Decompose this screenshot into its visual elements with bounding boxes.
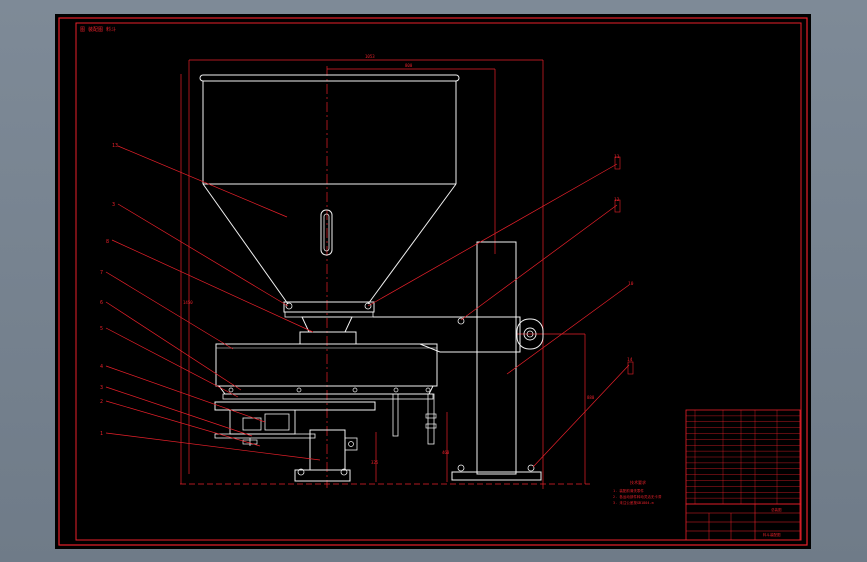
dim-overall-width: 1053: [365, 54, 375, 59]
part-label-6: 6: [100, 300, 103, 306]
support-arm: [373, 316, 544, 353]
part-label-4: 4: [100, 364, 103, 370]
hopper: [199, 74, 460, 305]
part-label-12: 12: [614, 197, 620, 203]
sheet-corner-label: 图 装配图 料斗: [80, 26, 116, 33]
part-label-7: 7: [100, 270, 103, 276]
part-label-2: 2: [100, 399, 103, 405]
adjust-rods: [392, 393, 437, 445]
inner-border: [75, 22, 802, 541]
dim-pillar-height: 880: [587, 395, 595, 400]
dim-offset-small: 325: [371, 460, 379, 465]
table-title: 料斗装配图: [763, 532, 781, 537]
part-label-10: 10: [628, 281, 634, 287]
leaders-right: [367, 156, 634, 468]
note-3: 3. 未注公差按GB1804-m: [613, 500, 654, 505]
part-label-8: 8: [106, 239, 109, 245]
part-label-5: 5: [100, 326, 103, 332]
drawing-sheet: 图 装配图 料斗 1053 800 1450 880 325 460 13 3 …: [55, 14, 811, 549]
feeder-housing: [215, 343, 438, 400]
part-label-3b: 3: [100, 385, 103, 391]
hopper-flange: [283, 301, 375, 345]
top-dimensions: 1053 800: [188, 54, 544, 489]
part-labels-right: 11 12 10 14: [614, 154, 634, 363]
note-1: 1. 装配前清洗零件: [613, 488, 644, 493]
title-block: 总装图 料斗装配图: [685, 503, 801, 541]
notes-heading: 技术要求: [630, 479, 646, 485]
part-label-1: 1: [100, 431, 103, 437]
pillar: [451, 241, 542, 481]
dim-hopper-width: 800: [405, 63, 413, 68]
part-label-3a: 3: [112, 202, 115, 208]
dim-height-left: 1450: [183, 300, 193, 305]
parts-list: [685, 409, 801, 505]
dim-offset-right: 460: [442, 450, 450, 455]
drive-assembly: [214, 401, 376, 482]
part-labels-left: 13 3 8 7 6 5 4 3 2 1: [100, 143, 118, 437]
assembly-drawing: 图 装配图 料斗 1053 800 1450 880 325 460 13 3 …: [58, 17, 808, 546]
part-label-13: 13: [112, 143, 118, 149]
technical-notes: 技术要求 1. 装配前清洗零件 2. 各运动部件转动灵活无卡滞 3. 未注公差按…: [613, 479, 662, 505]
table-header: 总装图: [771, 507, 782, 512]
note-2: 2. 各运动部件转动灵活无卡滞: [613, 494, 662, 499]
part-label-14: 14: [627, 357, 633, 363]
part-label-11: 11: [614, 154, 620, 160]
